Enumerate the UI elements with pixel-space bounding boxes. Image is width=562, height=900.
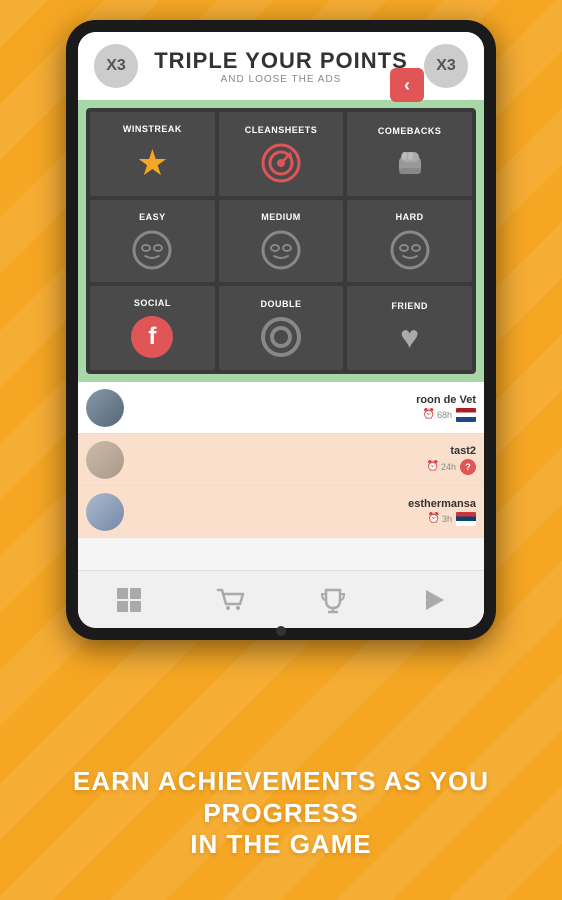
achievement-label-friend: FRIEND xyxy=(391,301,428,311)
face-medium-icon xyxy=(261,230,301,270)
tablet-screen: X3 TRIPLE YOUR POINTS AND LOOSE THE ADS … xyxy=(78,32,484,628)
bottom-nav xyxy=(78,570,484,628)
q-badge-tast2: ? xyxy=(460,459,476,475)
list-meta-tast2: ⏰24h ? xyxy=(132,459,476,475)
double-circle-icon xyxy=(261,317,301,357)
achievement-label-medium: MEDIUM xyxy=(261,212,301,222)
glove-icon xyxy=(391,144,429,182)
list-info-esthermansa: esthermansa ⏰3h xyxy=(124,498,476,526)
list-item-tast2[interactable]: tast2 ⏰24h ? xyxy=(78,434,484,486)
bottom-headline-line1: EARN ACHIEVEMENTS AS YOU PROGRESS xyxy=(40,766,522,828)
achievement-label-hard: HARD xyxy=(396,212,424,222)
achievements-section: WINSTREAK ★ CLEANSHEETS xyxy=(78,100,484,570)
list-item-roon[interactable]: roon de Vet ⏰68h xyxy=(78,382,484,434)
face-hard-icon xyxy=(390,230,430,270)
nav-trophy-icon[interactable] xyxy=(319,586,347,614)
avatar-tast2 xyxy=(86,441,124,479)
banner-text: TRIPLE YOUR POINTS AND LOOSE THE ADS xyxy=(154,48,408,85)
star-icon: ★ xyxy=(136,142,168,184)
player-name-roon: roon de Vet xyxy=(132,394,476,406)
avatar-esthermansa xyxy=(86,493,124,531)
list-meta-roon: ⏰68h xyxy=(132,408,476,422)
nav-play-icon[interactable] xyxy=(420,586,448,614)
banner-subtitle: AND LOOSE THE ADS xyxy=(154,74,408,85)
achievement-easy[interactable]: EASY xyxy=(90,200,215,282)
achievement-social[interactable]: SOCIAL f xyxy=(90,286,215,370)
time-roon: ⏰68h xyxy=(423,409,452,420)
list-section: roon de Vet ⏰68h xyxy=(78,382,484,570)
achievement-medium[interactable]: MEDIUM xyxy=(219,200,344,282)
time-tast2: ⏰24h xyxy=(427,461,456,472)
nav-grid-icon[interactable] xyxy=(115,586,143,614)
achievements-grid: WINSTREAK ★ CLEANSHEETS xyxy=(86,108,476,374)
achievement-label-cleansheets: CLEANSHEETS xyxy=(245,125,318,135)
nav-cart-icon[interactable] xyxy=(216,586,246,614)
avatar-roon xyxy=(86,389,124,427)
list-item-esthermansa[interactable]: esthermansa ⏰3h xyxy=(78,486,484,538)
facebook-icon: f xyxy=(131,316,173,358)
achievement-hard[interactable]: HARD xyxy=(347,200,472,282)
list-meta-esthermansa: ⏰3h xyxy=(132,512,476,526)
heart-icon: ♥ xyxy=(400,319,419,356)
back-button[interactable]: ‹ xyxy=(390,68,424,102)
target-icon xyxy=(261,143,301,183)
achievement-friend[interactable]: FRIEND ♥ xyxy=(347,286,472,370)
list-info-tast2: tast2 ⏰24h ? xyxy=(124,445,476,475)
achievement-comebacks[interactable]: COMEBACKS xyxy=(347,112,472,196)
achievement-winstreak[interactable]: WINSTREAK ★ xyxy=(90,112,215,196)
flag-netherlands xyxy=(456,408,476,422)
achievement-double[interactable]: DOUBLE xyxy=(219,286,344,370)
achievement-label-double: DOUBLE xyxy=(260,299,301,309)
x3-badge-right: X3 xyxy=(424,44,468,88)
achievement-label-winstreak: WINSTREAK xyxy=(123,124,182,134)
bottom-text: EARN ACHIEVEMENTS AS YOU PROGRESS IN THE… xyxy=(0,766,562,860)
x3-badge-left: X3 xyxy=(94,44,138,88)
achievement-label-easy: EASY xyxy=(139,212,166,222)
time-esthermansa: ⏰3h xyxy=(428,513,452,524)
flag-serbia xyxy=(456,512,476,526)
main-content: WINSTREAK ★ CLEANSHEETS xyxy=(78,100,484,628)
tablet-home-button xyxy=(276,626,286,636)
bottom-headline-line2: IN THE GAME xyxy=(40,829,522,860)
top-banner: X3 TRIPLE YOUR POINTS AND LOOSE THE ADS … xyxy=(78,32,484,100)
clock-icon-tast2: ⏰ xyxy=(427,461,439,472)
player-name-tast2: tast2 xyxy=(132,445,476,457)
achievement-label-social: SOCIAL xyxy=(134,298,171,308)
tablet: X3 TRIPLE YOUR POINTS AND LOOSE THE ADS … xyxy=(66,20,496,640)
clock-icon: ⏰ xyxy=(423,409,435,420)
clock-icon-esthermansa: ⏰ xyxy=(428,513,440,524)
achievement-cleansheets[interactable]: CLEANSHEETS xyxy=(219,112,344,196)
grid-background: WINSTREAK ★ CLEANSHEETS xyxy=(78,100,484,382)
banner-title: TRIPLE YOUR POINTS xyxy=(154,48,408,74)
list-info-roon: roon de Vet ⏰68h xyxy=(124,394,476,422)
achievement-label-comebacks: COMEBACKS xyxy=(378,126,442,136)
face-easy-icon xyxy=(132,230,172,270)
player-name-esthermansa: esthermansa xyxy=(132,498,476,510)
